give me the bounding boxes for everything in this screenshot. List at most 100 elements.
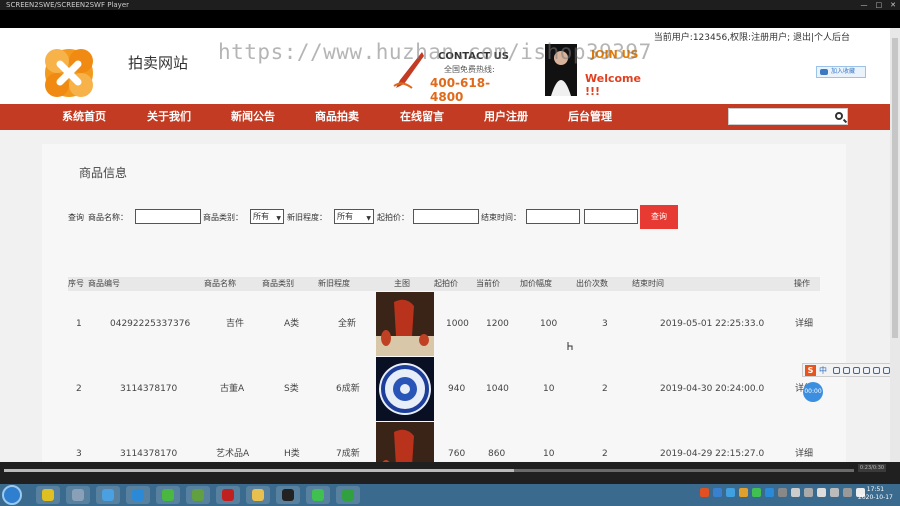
col-name: 商品名称: [204, 279, 236, 288]
search-icon[interactable]: [835, 112, 843, 120]
system-tray: [700, 488, 865, 497]
user-status[interactable]: 当前用户:123456,权限:注册用户; 退出|个人后台: [654, 30, 850, 43]
row-start-price: 760: [448, 449, 466, 459]
row-bids: 3: [602, 319, 608, 329]
taskbar-cloud[interactable]: [96, 486, 120, 504]
tray-volume-icon[interactable]: [791, 488, 800, 497]
tray-cloud-icon[interactable]: [726, 488, 735, 497]
category-select[interactable]: 所有 ▼: [250, 209, 284, 224]
nav-register[interactable]: 用户注册: [484, 104, 528, 130]
tray-qq-icon[interactable]: [765, 488, 774, 497]
taskbar-360[interactable]: [156, 486, 180, 504]
row-current-price: 860: [488, 449, 506, 459]
nav-news[interactable]: 新闻公告: [231, 104, 275, 130]
window-titlebar: SCREEN2SWE/SCREEN2SWF Player: [0, 0, 900, 10]
scrollbar-thumb[interactable]: [892, 38, 898, 338]
end-time-label: 结束时间：: [481, 213, 521, 222]
nav-home[interactable]: 系统首页: [62, 104, 106, 130]
tray-display-icon[interactable]: [830, 488, 839, 497]
col-action: 操作: [794, 279, 810, 288]
ime-keyboard-icon[interactable]: [863, 367, 870, 374]
taskbar-notepad[interactable]: [186, 486, 210, 504]
floating-timer-badge[interactable]: 00:00: [803, 382, 823, 402]
tray-keyboard-icon[interactable]: [843, 488, 852, 497]
search-button[interactable]: 查询: [640, 205, 678, 229]
row-name: 古董A: [220, 384, 245, 394]
row-category: A类: [284, 319, 300, 329]
ime-toolbar[interactable]: S 中: [802, 363, 890, 377]
row-start-price: 940: [448, 384, 466, 394]
seek-bar[interactable]: [4, 469, 854, 472]
nav-messages[interactable]: 在线留言: [400, 104, 444, 130]
col-index: 序号: [68, 279, 84, 288]
tray-wechat-icon[interactable]: [752, 488, 761, 497]
tray-network-icon[interactable]: [713, 488, 722, 497]
ime-voice-icon[interactable]: [853, 367, 860, 374]
product-image[interactable]: [376, 292, 434, 356]
taskbar-folder[interactable]: [246, 486, 270, 504]
product-image[interactable]: [376, 422, 434, 462]
add-favorite-button[interactable]: 加入收藏: [816, 66, 866, 78]
nav-search-input[interactable]: [728, 108, 848, 125]
tray-security-icon[interactable]: [739, 488, 748, 497]
col-condition: 新旧程度: [318, 279, 350, 288]
col-end-time: 结束时间: [632, 279, 664, 288]
window-title: SCREEN2SWE/SCREEN2SWF Player: [6, 1, 130, 9]
tray-flag-icon[interactable]: [778, 488, 787, 497]
taskbar-search[interactable]: [126, 486, 150, 504]
taskbar-flash[interactable]: [216, 486, 240, 504]
ime-mode[interactable]: 中: [819, 365, 827, 376]
row-category: S类: [284, 384, 299, 394]
clock-time: 17:51: [866, 486, 885, 493]
start-button[interactable]: [2, 485, 22, 505]
site-name: 拍卖网站: [128, 54, 189, 72]
start-price-input[interactable]: [413, 209, 479, 224]
nav-admin[interactable]: 后台管理: [568, 104, 612, 130]
taskbar-wechat[interactable]: [306, 486, 330, 504]
name-input[interactable]: [135, 209, 201, 224]
row-end-time: 2019-04-30 20:24:00.0: [660, 384, 765, 394]
contact-phone: 400-618-4800: [430, 76, 491, 104]
minimize-button[interactable]: —: [861, 0, 868, 10]
mouse-cursor-icon: [567, 342, 573, 350]
row-start-price: 1000: [446, 319, 469, 329]
end-time-to-input[interactable]: [584, 209, 638, 224]
ime-emoji-icon[interactable]: [843, 367, 850, 374]
ime-skin-icon[interactable]: [873, 367, 880, 374]
end-time-from-input[interactable]: [526, 209, 580, 224]
favorite-icon: [820, 69, 828, 75]
site-logo[interactable]: [42, 46, 96, 100]
table-row: 2 3114378170 古董A S类 6成新 940 1040 10 2 20…: [68, 357, 820, 421]
tray-ime-icon[interactable]: [700, 488, 709, 497]
taskbar-app[interactable]: [336, 486, 360, 504]
seek-progress: [4, 469, 514, 472]
product-image[interactable]: [376, 357, 434, 421]
row-bids: 2: [602, 384, 608, 394]
row-detail-link[interactable]: 详细: [795, 448, 813, 460]
player-time: 0:23/0:30: [858, 464, 886, 472]
row-current-price: 1200: [486, 319, 509, 329]
tray-battery-icon[interactable]: [804, 488, 813, 497]
condition-select[interactable]: 所有 ▼: [334, 209, 374, 224]
name-label: 商品名称：: [88, 213, 128, 222]
taskbar-clock[interactable]: 17:51 2020-10-17: [858, 486, 893, 502]
tray-more-icon[interactable]: [817, 488, 826, 497]
maximize-button[interactable]: □: [876, 0, 883, 10]
row-code: 3114378170: [120, 449, 178, 459]
player-controls: 0:23/0:30: [0, 462, 900, 484]
close-button[interactable]: ✕: [890, 0, 896, 10]
row-end-time: 2019-05-01 22:25:33.0: [660, 319, 765, 329]
col-category: 商品类别: [262, 279, 294, 288]
taskbar-explorer[interactable]: [66, 486, 90, 504]
page-scrollbar[interactable]: [890, 28, 900, 462]
ime-menu-icon[interactable]: [883, 367, 890, 374]
nav-auction[interactable]: 商品拍卖: [315, 104, 359, 130]
ime-punct-icon[interactable]: [833, 367, 840, 374]
clock-date: 2020-10-17: [858, 494, 893, 501]
col-start-price: 起拍价: [434, 279, 458, 288]
nav-about[interactable]: 关于我们: [147, 104, 191, 130]
taskbar-qq[interactable]: [276, 486, 300, 504]
row-bids: 2: [602, 449, 608, 459]
row-detail-link[interactable]: 详细: [795, 318, 813, 330]
taskbar-chrome[interactable]: [36, 486, 60, 504]
